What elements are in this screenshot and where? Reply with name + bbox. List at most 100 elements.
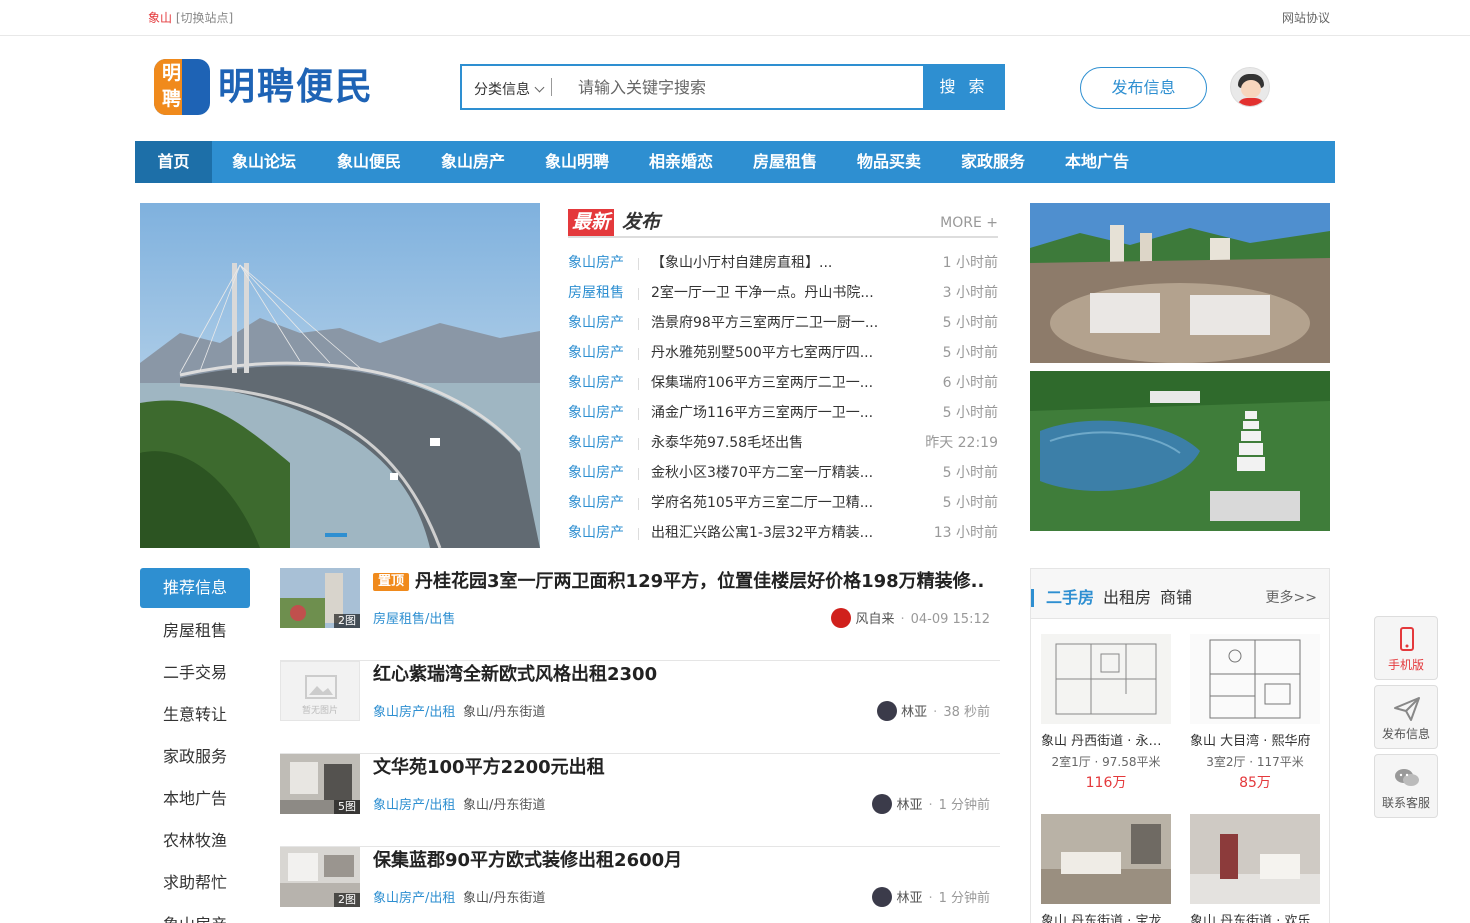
feed-location: 象山/丹东街道	[463, 705, 546, 720]
contact-service-button[interactable]: 联系客服	[1374, 754, 1438, 818]
feed-location: 象山/丹东街道	[463, 798, 546, 813]
feed-thumbnail[interactable]: 暂无图片	[280, 661, 360, 721]
feed-thumbnail[interactable]: 2图	[280, 847, 360, 907]
sidebar-item-housekeeping[interactable]: 家政服务	[140, 736, 250, 778]
house-card[interactable]: 象山 丹西街道 · 永泰华苑 2室1厅 · 97.58平米 116万	[1041, 634, 1171, 792]
no-image-label: 暂无图片	[301, 706, 338, 716]
photo-count: 5图	[334, 800, 360, 814]
site-protocol-link[interactable]: 网站协议	[1282, 9, 1330, 26]
feed-item[interactable]: 2图 保集蓝郡90平方欧式装修出租2600月 象山房产/出租 象山/丹东街道 林…	[280, 847, 1000, 923]
latest-tag-suffix: 发布	[622, 211, 661, 233]
latest-tag: 最新	[568, 209, 615, 236]
nav-item-services[interactable]: 象山便民	[325, 141, 413, 183]
category-sidebar: 推荐信息 房屋租售 二手交易 生意转让 家政服务 本地广告 农林牧渔 求助帮忙 …	[140, 568, 250, 923]
photo-count: 2图	[334, 614, 360, 628]
nav-item-forum[interactable]: 象山论坛	[220, 141, 308, 183]
sidebar-item-farming[interactable]: 农林牧渔	[140, 820, 250, 862]
nav-item-realestate[interactable]: 象山房产	[429, 141, 517, 183]
photo-count: 2图	[334, 893, 360, 907]
sidebar-item-transfer[interactable]: 生意转让	[140, 694, 250, 736]
house-card-price: 116万	[1085, 775, 1127, 791]
house-card[interactable]: 象山 大目湾 · 熙华府 3室2厅 · 117平米 85万	[1190, 634, 1320, 792]
house-card-price: 85万	[1239, 775, 1271, 791]
mobile-version-button[interactable]: 手机版	[1374, 616, 1438, 680]
sidebar-item-ads[interactable]: 本地广告	[140, 778, 250, 820]
search-input[interactable]	[578, 74, 908, 100]
feed-category[interactable]: 象山房产/出租	[373, 794, 455, 813]
tab-secondhand-house[interactable]: 二手房	[1046, 584, 1094, 608]
nav-item-rental[interactable]: 房屋租售	[741, 141, 829, 183]
nav-item-home[interactable]: 首页	[135, 141, 212, 183]
feed-item[interactable]: 2图 置顶 丹桂花园3室一厅两卫面积129平方，位置佳楼层好价格198万精装修..…	[280, 568, 1000, 661]
list-item[interactable]: 房屋租售 2室一厅一卫 干净一点。丹山书院... 3 小时前	[568, 278, 998, 308]
logo-icon: 明 聘	[154, 59, 210, 115]
search-category-select[interactable]: 分类信息	[474, 79, 545, 99]
nav-item-dating[interactable]: 相亲婚恋	[637, 141, 725, 183]
list-item[interactable]: 象山房产 永泰华苑97.58毛坯出售 昨天 22:19	[568, 428, 998, 458]
floorplan-image[interactable]	[1041, 634, 1171, 724]
list-item[interactable]: 象山房产 涌金广场116平方三室两厅一卫一... 5 小时前	[568, 398, 998, 428]
promo-image-pagoda[interactable]	[1030, 371, 1330, 531]
user-avatar-icon	[872, 886, 893, 907]
house-photo[interactable]	[1041, 814, 1171, 904]
list-item[interactable]: 象山房产 浩景府98平方三室两厅二卫一厨一... 5 小时前	[568, 308, 998, 338]
list-item[interactable]: 象山房产 丹水雅苑别墅500平方七室两厅四... 5 小时前	[568, 338, 998, 368]
feed-category[interactable]: 象山房产/出租	[373, 701, 455, 720]
top-bar: 象山 [切换站点] 网站协议	[0, 0, 1470, 36]
housing-more-link[interactable]: 更多>>	[1266, 587, 1317, 607]
header: 明 聘 明聘便民 分类信息 搜 索 发布信息	[0, 36, 1470, 141]
list-item[interactable]: 象山房产 金秋小区3楼70平方二室一厅精装... 5 小时前	[568, 458, 998, 488]
list-item[interactable]: 象山房产 出租汇兴路公寓1-3层32平方精装... 13 小时前	[568, 518, 998, 548]
chevron-down-icon	[534, 82, 545, 93]
feed-thumbnail[interactable]: 5图	[280, 754, 360, 814]
housing-panel: 二手房 出租房 商铺 更多>> 象山 丹西街道 · 永泰华苑 2室1厅 · 97…	[1030, 568, 1330, 923]
nav-item-trade[interactable]: 物品买卖	[845, 141, 933, 183]
tab-shops[interactable]: 商铺	[1160, 584, 1192, 608]
phone-icon	[1400, 627, 1414, 651]
house-card[interactable]: 象山 丹东街道 · 欢乐	[1190, 814, 1320, 923]
latest-more-link[interactable]: MORE +	[940, 215, 998, 231]
paper-plane-icon	[1394, 697, 1420, 721]
feed-category[interactable]: 象山房产/出租	[373, 887, 455, 906]
feed-thumbnail[interactable]: 2图	[280, 568, 360, 628]
house-card[interactable]: 象山 丹东街道 · 宝龙	[1041, 814, 1171, 923]
current-city[interactable]: 象山	[148, 11, 172, 25]
banner-carousel[interactable]	[140, 203, 540, 548]
feed-title[interactable]: 置顶 丹桂花园3室一厅两卫面积129平方，位置佳楼层好价格198万精装修...	[373, 568, 983, 596]
floorplan-image[interactable]	[1190, 634, 1320, 724]
feed-category[interactable]: 房屋租售/出售	[373, 608, 455, 627]
house-photo[interactable]	[1190, 814, 1320, 904]
list-item[interactable]: 象山房产 学府名苑105平方三室二厅一卫精... 5 小时前	[568, 488, 998, 518]
feed-title[interactable]: 文华苑100平方2200元出租	[373, 754, 983, 782]
sidebar-item-secondhand[interactable]: 二手交易	[140, 652, 250, 694]
nav-item-ads[interactable]: 本地广告	[1053, 141, 1141, 183]
feed-item[interactable]: 暂无图片 红心紫瑞湾全新欧式风格出租2300 象山房产/出租 象山/丹东街道 林…	[280, 661, 1000, 754]
float-publish-button[interactable]: 发布信息	[1374, 685, 1438, 749]
user-avatar-icon	[877, 700, 898, 721]
nav-item-jobs[interactable]: 象山明聘	[533, 141, 621, 183]
feed-meta: 林亚 · 1 分钟前	[872, 886, 990, 909]
sidebar-item-realestate[interactable]: 象山房产	[140, 904, 250, 923]
promo-image-plaza[interactable]	[1030, 203, 1330, 363]
house-card-name: 象山 丹西街道 · 永泰华苑	[1041, 734, 1165, 749]
logo[interactable]: 明 聘 明聘便民	[154, 58, 394, 116]
search-button[interactable]: 搜 索	[923, 64, 1005, 110]
nav-item-housekeeping[interactable]: 家政服务	[949, 141, 1037, 183]
sidebar-item-help[interactable]: 求助帮忙	[140, 862, 250, 904]
recommended-feed: 2图 置顶 丹桂花园3室一厅两卫面积129平方，位置佳楼层好价格198万精装修..…	[280, 568, 1000, 923]
user-avatar[interactable]	[1230, 67, 1270, 107]
feed-title[interactable]: 保集蓝郡90平方欧式装修出租2600月	[373, 847, 983, 875]
feed-title[interactable]: 红心紫瑞湾全新欧式风格出租2300	[373, 661, 983, 689]
tab-rental-house[interactable]: 出租房	[1103, 584, 1151, 608]
carousel-dot[interactable]	[325, 533, 347, 537]
sidebar-item-recommended[interactable]: 推荐信息	[140, 568, 250, 608]
list-item[interactable]: 象山房产 保集瑞府106平方三室两厅二卫一... 6 小时前	[568, 368, 998, 398]
list-item[interactable]: 象山房产 【象山小厅村自建房直租】... 1 小时前	[568, 248, 998, 278]
sidebar-item-rental[interactable]: 房屋租售	[140, 610, 250, 652]
main-nav: 首页 象山论坛 象山便民 象山房产 象山明聘 相亲婚恋 房屋租售 物品买卖 家政…	[135, 141, 1335, 183]
wechat-icon	[1395, 769, 1419, 786]
feed-item[interactable]: 5图 文华苑100平方2200元出租 象山房产/出租 象山/丹东街道 林亚 · 1 …	[280, 754, 1000, 847]
site-switcher[interactable]: 象山 [切换站点]	[148, 9, 233, 26]
switch-site-link[interactable]: [切换站点]	[176, 11, 233, 25]
publish-button[interactable]: 发布信息	[1080, 67, 1207, 109]
